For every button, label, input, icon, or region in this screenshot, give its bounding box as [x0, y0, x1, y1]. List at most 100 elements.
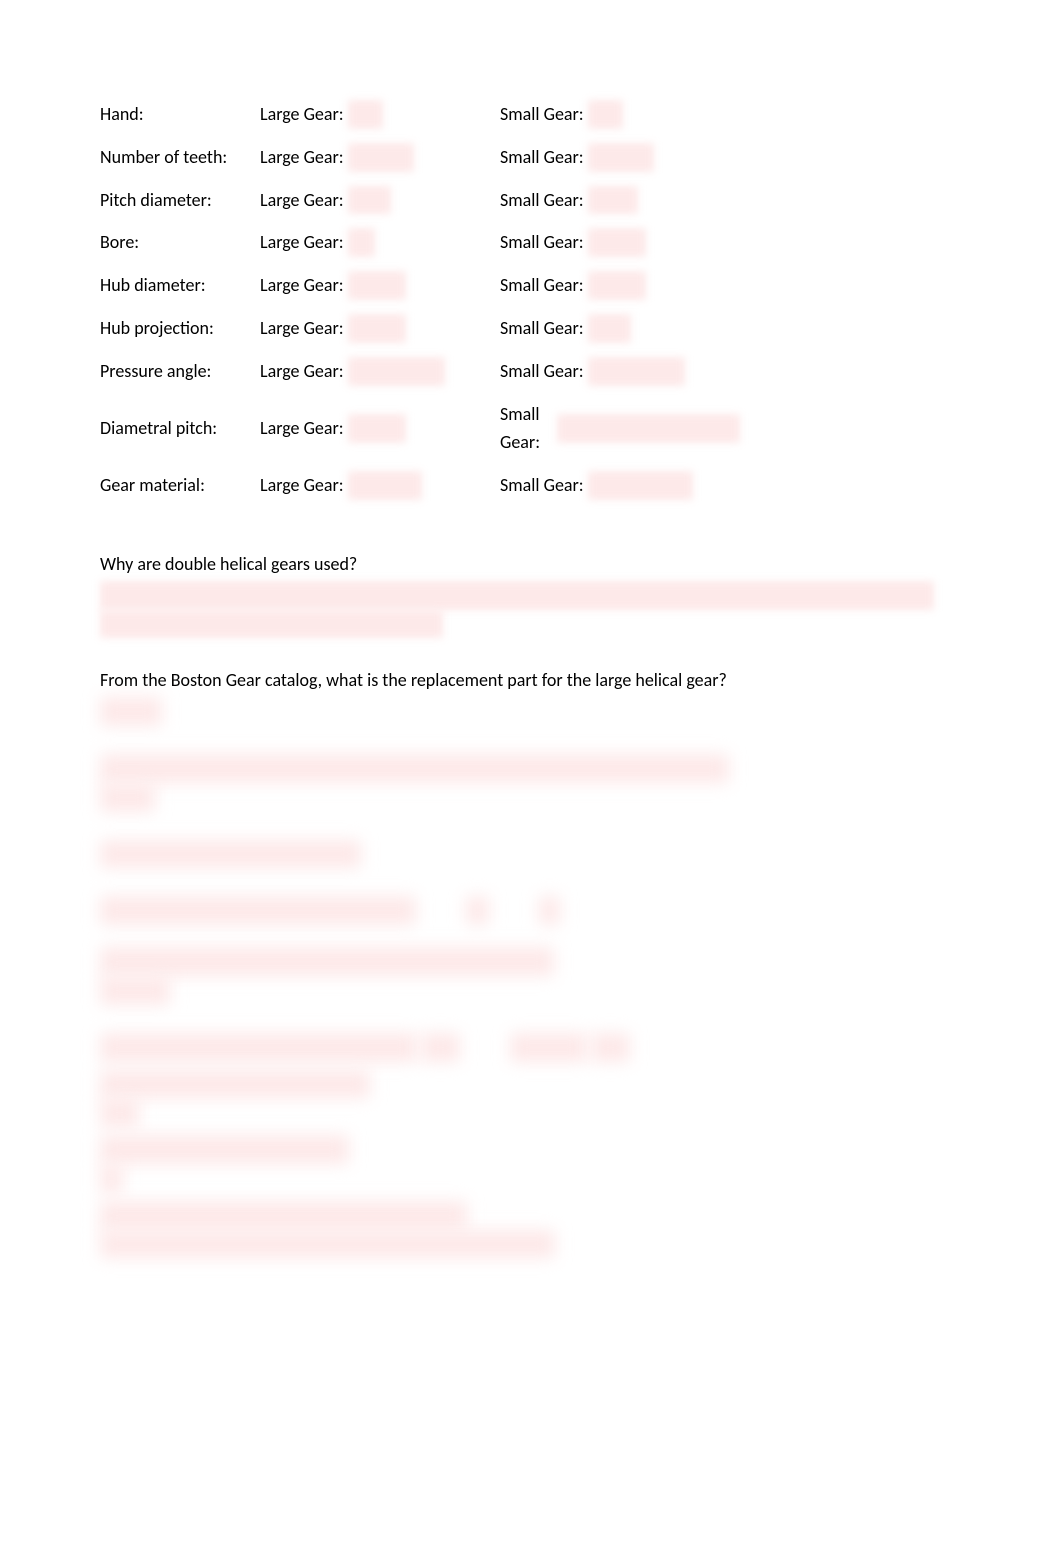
small-gear-label: Small Gear:: [500, 314, 584, 343]
large-gear-label: Large Gear:: [260, 186, 344, 215]
redacted-option: No: [539, 896, 560, 925]
small-gear-cell: Small Gear: xxxxxxxxxxxxxxxxxxxxxxx: [500, 400, 740, 458]
large-gear-cell: Large Gear: xxx: [260, 228, 500, 257]
question-block: What is the calculated center distance b…: [100, 947, 962, 1005]
question-row: What is the measured backlash? Position …: [100, 1033, 962, 1062]
redacted-answer: xxxxxxxxxxxxxxxxxxxxxxxxxxxxxxxxxxxxxxxx…: [100, 581, 934, 610]
row-label: Pressure angle:: [100, 357, 260, 386]
redacted-value: xxxxx: [348, 186, 391, 215]
redacted-value: xxxx: [348, 100, 383, 129]
large-gear-cell: Large Gear: xxxxxxxxx: [260, 471, 500, 500]
redacted-question: From the Boston Gear catalog, what is th…: [100, 754, 729, 783]
redacted-value: xxxxxxx: [348, 314, 407, 343]
large-gear-cell: Large Gear: xxxxxxx: [260, 314, 500, 343]
small-gear-cell: Small Gear: xxxxxxx: [500, 228, 740, 257]
question-block: Is the measured within tolerance? xxx: [100, 1135, 962, 1193]
row-label: Number of teeth:: [100, 143, 260, 172]
large-gear-label: Large Gear:: [260, 471, 344, 500]
redacted-answer: xxxxxxxxx: [100, 976, 170, 1005]
redacted-value: xxxxxxxxx: [348, 471, 422, 500]
small-gear-cell: Small Gear: xxxxxxxxxxxxx: [500, 471, 740, 500]
redacted-answer: xxxxx: [100, 1098, 139, 1127]
redacted-question: Is the measured within tolerance?: [100, 1135, 349, 1164]
table-row: Number of teeth: Large Gear: xxxxxxxx Sm…: [100, 143, 962, 172]
small-gear-cell: Small Gear: xxxx: [500, 100, 740, 129]
small-gear-label: Small Gear:: [500, 471, 584, 500]
small-gear-cell: Small Gear: xxxxxxxxxxxx: [500, 357, 740, 386]
large-gear-cell: Large Gear: xxxxxxx: [260, 414, 500, 443]
small-gear-cell: Small Gear: xxxxx: [500, 314, 740, 343]
redacted-value: xxxxx: [588, 314, 631, 343]
redacted-answer: xxx: [100, 1164, 123, 1193]
large-gear-label: Large Gear:: [260, 100, 344, 129]
redacted-question: What is the recommended backlash?: [100, 1070, 370, 1099]
table-row: Bore: Large Gear: xxx Small Gear: xxxxxx…: [100, 228, 962, 257]
redacted-value: xxxxxxxxxxxxxxxxxxxxxxx: [557, 414, 740, 443]
section-heading: Section 2: Installation of spur gears: [100, 840, 962, 869]
redacted-heading: Section 2: Installation of spur gears: [100, 840, 361, 869]
question-block: Why are double helical gears used? xxxxx…: [100, 550, 962, 638]
large-gear-label: Large Gear:: [260, 228, 344, 257]
large-gear-label: Large Gear:: [260, 314, 344, 343]
table-row: Hand: Large Gear: xxxx Small Gear: xxxx: [100, 100, 962, 129]
row-label: Bore:: [100, 228, 260, 257]
question-text: From the Boston Gear catalog, what is th…: [100, 666, 962, 695]
gear-specifications-table: Hand: Large Gear: xxxx Small Gear: xxxx …: [100, 100, 962, 500]
row-label: Hub diameter:: [100, 271, 260, 300]
small-gear-label: Small Gear:: [500, 357, 584, 386]
large-gear-cell: Large Gear: xxxxxxxx: [260, 143, 500, 172]
small-gear-label: Small Gear:: [500, 186, 584, 215]
large-gear-cell: Large Gear: xxxxxxxxxxxx: [260, 357, 500, 386]
question-block: From the Boston Gear catalog, what is th…: [100, 754, 962, 812]
small-gear-cell: Small Gear: xxxxxxx: [500, 271, 740, 300]
large-gear-label: Large Gear:: [260, 414, 344, 443]
question-block: What is the recommended backlash? xxxxx: [100, 1070, 962, 1128]
redacted-value: xxxxxxx: [588, 228, 647, 257]
small-gear-label: Small Gear:: [500, 100, 584, 129]
redacted-answer: xxxxxxxxxxxxxxxxxxxxxxxxxxxxxxxxxxxxxxxx…: [100, 610, 443, 639]
large-gear-label: Large Gear:: [260, 143, 344, 172]
redacted-value: xxxxxxx: [348, 414, 407, 443]
large-gear-label: Large Gear:: [260, 271, 344, 300]
row-label: Hand:: [100, 100, 260, 129]
redacted-value: xxxxxxxxxxxx: [588, 357, 686, 386]
redacted-text: Did setup the trainer according to steps…: [100, 896, 416, 925]
table-row: Hub diameter: Large Gear: xxxxxxx Small …: [100, 271, 962, 300]
row-label: Hub projection:: [100, 314, 260, 343]
table-row: Pitch diameter: Large Gear: xxxxx Small …: [100, 186, 962, 215]
redacted-answer: xxxxxxx: [100, 783, 155, 812]
redacted-value: xxxxxxxx: [348, 143, 414, 172]
large-gear-cell: Large Gear: xxxxxxx: [260, 271, 500, 300]
question-block: From the Boston Gear catalog, what is th…: [100, 666, 962, 726]
table-row: Pressure angle: Large Gear: xxxxxxxxxxxx…: [100, 357, 962, 386]
large-gear-cell: Large Gear: xxxx: [260, 100, 500, 129]
question-block: Did you adjust the position at D? Why or…: [100, 1201, 962, 1259]
redacted-question: Did you adjust the position at D? Why or…: [100, 1201, 467, 1230]
row-label: Pitch diameter:: [100, 186, 260, 215]
large-gear-label: Large Gear:: [260, 357, 344, 386]
redacted-value: xxxxxx: [588, 186, 639, 215]
redacted-question: What is the calculated center distance b…: [100, 947, 554, 976]
redacted-option: Yes: [466, 896, 489, 925]
redacted-answer: xxxxxxxx: [100, 697, 162, 726]
small-gear-cell: Small Gear: xxxxxxxx: [500, 143, 740, 172]
redacted-text: Position 2:: [510, 1033, 587, 1062]
redacted-value: xxxxxxxxxxxxx: [588, 471, 693, 500]
redacted-value: xxxxx: [591, 1033, 630, 1062]
table-row: Diametral pitch: Large Gear: xxxxxxx Sma…: [100, 400, 962, 458]
small-gear-label: Small Gear:: [500, 400, 553, 458]
small-gear-cell: Small Gear: xxxxxx: [500, 186, 740, 215]
small-gear-label: Small Gear:: [500, 143, 584, 172]
redacted-value: xxxxx: [421, 1033, 460, 1062]
row-label: Diametral pitch:: [100, 414, 260, 443]
table-row: Hub projection: Large Gear: xxxxxxx Smal…: [100, 314, 962, 343]
table-row: Gear material: Large Gear: xxxxxxxxx Sma…: [100, 471, 962, 500]
redacted-value: xxxx: [588, 100, 623, 129]
redacted-value: xxxxxxxx: [588, 143, 654, 172]
question-row: Did setup the trainer according to steps…: [100, 896, 962, 925]
row-label: Gear material:: [100, 471, 260, 500]
redacted-value: xxxxxxx: [348, 271, 407, 300]
redacted-value: xxxxxxx: [588, 271, 647, 300]
question-text: Why are double helical gears used?: [100, 550, 962, 579]
redacted-value: xxxxxxxxxxxx: [348, 357, 446, 386]
